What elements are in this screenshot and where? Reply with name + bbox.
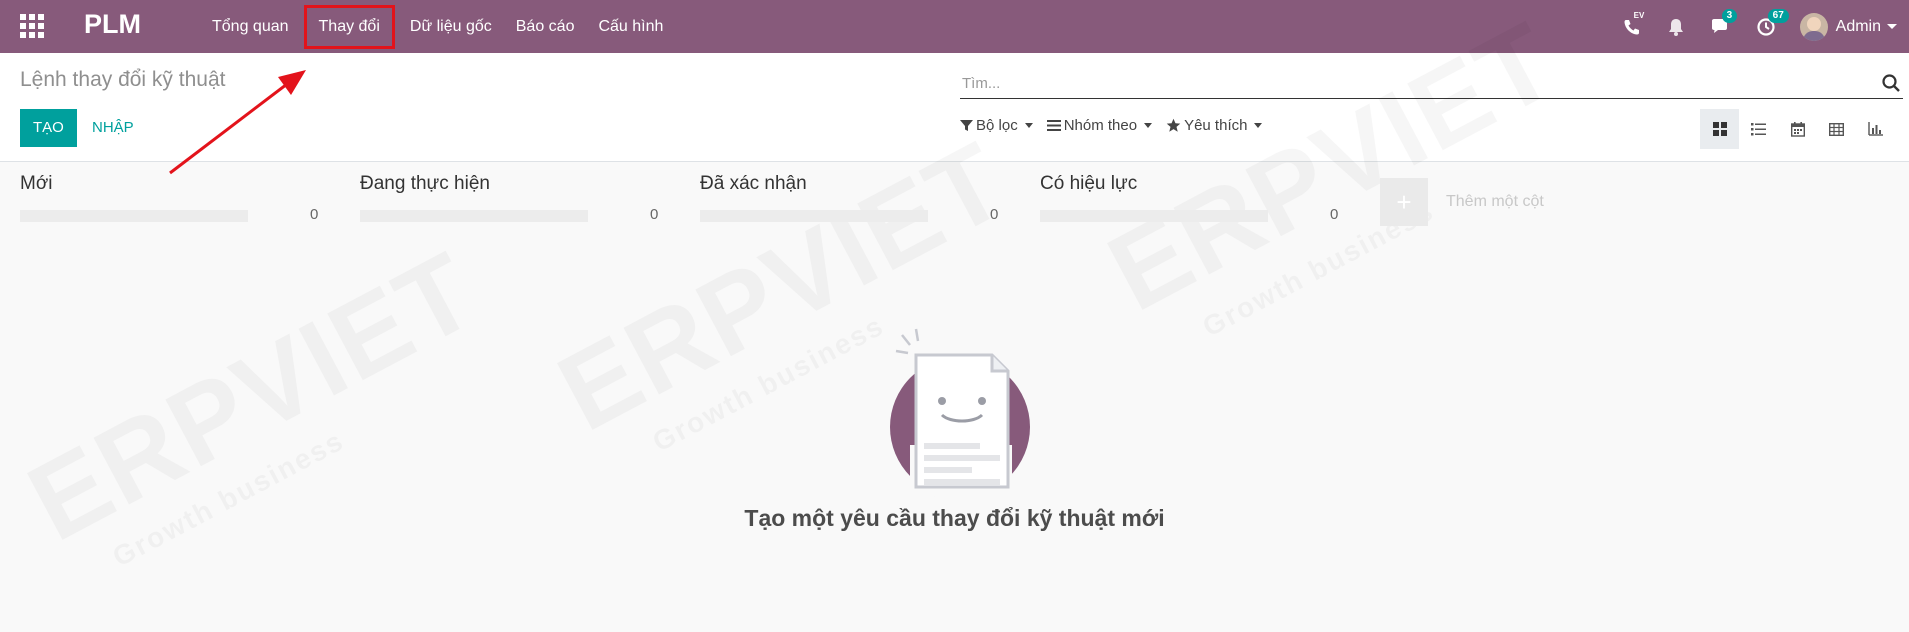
voip-phone-icon[interactable]: EV: [1622, 11, 1644, 37]
group-by-caret-icon: [1144, 123, 1153, 128]
favorites-label: Yêu thích: [1184, 117, 1248, 134]
column-progress-bar: [700, 210, 928, 222]
create-button[interactable]: TẠO: [20, 109, 77, 147]
user-name[interactable]: Admin: [1836, 18, 1881, 36]
search-input[interactable]: [962, 72, 1842, 94]
import-button[interactable]: NHẬP: [80, 109, 146, 147]
user-menu-caret-icon[interactable]: [1887, 24, 1897, 29]
search-icon[interactable]: [1881, 73, 1901, 93]
main-menu: Tổng quan Thay đổi Dữ liệu gốc Báo cáo C…: [200, 0, 675, 53]
filters-label: Bộ lọc: [976, 117, 1018, 134]
kanban-column-in-progress[interactable]: Đang thực hiện 0: [340, 173, 658, 223]
search-box: [960, 69, 1903, 99]
column-count: 0: [1330, 206, 1339, 223]
graph-view-icon[interactable]: [1856, 109, 1895, 149]
empty-document-illustration: [890, 328, 1030, 500]
systray: EV 3 67 Admin: [1622, 0, 1909, 53]
control-panel: Lệnh thay đổi kỹ thuật TẠO NHẬP Bộ lọc N…: [0, 53, 1909, 162]
view-switcher: [1700, 109, 1895, 149]
group-by-dropdown[interactable]: Nhóm theo: [1046, 117, 1153, 134]
list-view-icon[interactable]: [1739, 109, 1778, 149]
kanban-view-icon[interactable]: [1700, 109, 1739, 149]
star-icon: [1166, 118, 1181, 133]
bell-icon[interactable]: [1666, 17, 1686, 37]
top-navbar: PLM Tổng quan Thay đổi Dữ liệu gốc Báo c…: [0, 0, 1909, 53]
favorites-caret-icon: [1254, 123, 1263, 128]
column-progress-bar: [360, 210, 588, 222]
column-title: Đang thực hiện: [360, 173, 490, 194]
add-column-button[interactable]: + Thêm một cột: [1380, 178, 1544, 226]
app-brand[interactable]: PLM: [84, 9, 141, 40]
kanban-column-effective[interactable]: Có hiệu lực 0: [1020, 173, 1338, 223]
messages-count-badge: 3: [1721, 8, 1738, 23]
filters-caret-icon: [1024, 123, 1033, 128]
filters-dropdown[interactable]: Bộ lọc: [960, 117, 1033, 134]
column-count: 0: [990, 206, 999, 223]
menu-item-configuration[interactable]: Cấu hình: [586, 0, 675, 53]
pivot-view-icon[interactable]: [1817, 109, 1856, 149]
user-avatar[interactable]: [1799, 12, 1828, 41]
plus-icon: +: [1380, 178, 1428, 226]
calendar-view-icon[interactable]: [1778, 109, 1817, 149]
column-count: 0: [650, 206, 659, 223]
menu-item-changes[interactable]: Thay đổi: [303, 4, 395, 49]
activity-clock-icon[interactable]: 67: [1756, 8, 1789, 37]
menu-item-reporting[interactable]: Báo cáo: [504, 0, 587, 53]
group-by-label: Nhóm theo: [1063, 117, 1138, 134]
add-column-label: Thêm một cột: [1446, 193, 1544, 210]
column-title: Đã xác nhận: [700, 173, 807, 194]
empty-state-title: Tạo một yêu cầu thay đổi kỹ thuật mới: [744, 505, 1165, 531]
kanban-column-approved[interactable]: Đã xác nhận 0: [680, 173, 998, 223]
menu-item-overview[interactable]: Tổng quan: [200, 0, 301, 53]
group-by-bars-icon: [1046, 119, 1061, 132]
column-title: Có hiệu lực: [1040, 173, 1138, 194]
kanban-column-new[interactable]: Mới 0: [0, 173, 318, 223]
search-options: Bộ lọc Nhóm theo Yêu thích: [960, 117, 1276, 134]
column-progress-bar: [1040, 210, 1268, 222]
column-title: Mới: [20, 173, 53, 194]
filter-funnel-icon: [960, 119, 973, 132]
watermark-tagline: Growth business: [108, 425, 350, 574]
messages-icon[interactable]: 3: [1710, 8, 1738, 37]
breadcrumb: Lệnh thay đổi kỹ thuật: [20, 68, 226, 91]
column-progress-bar: [20, 210, 248, 222]
column-count: 0: [310, 206, 319, 223]
app-launcher-icon[interactable]: [20, 14, 44, 38]
menu-item-master-data[interactable]: Dữ liệu gốc: [398, 0, 504, 53]
activities-count-badge: 67: [1767, 8, 1789, 23]
voip-label: EV: [1633, 10, 1645, 20]
watermark-tagline: Growth business: [648, 310, 890, 459]
favorites-dropdown[interactable]: Yêu thích: [1166, 117, 1263, 134]
